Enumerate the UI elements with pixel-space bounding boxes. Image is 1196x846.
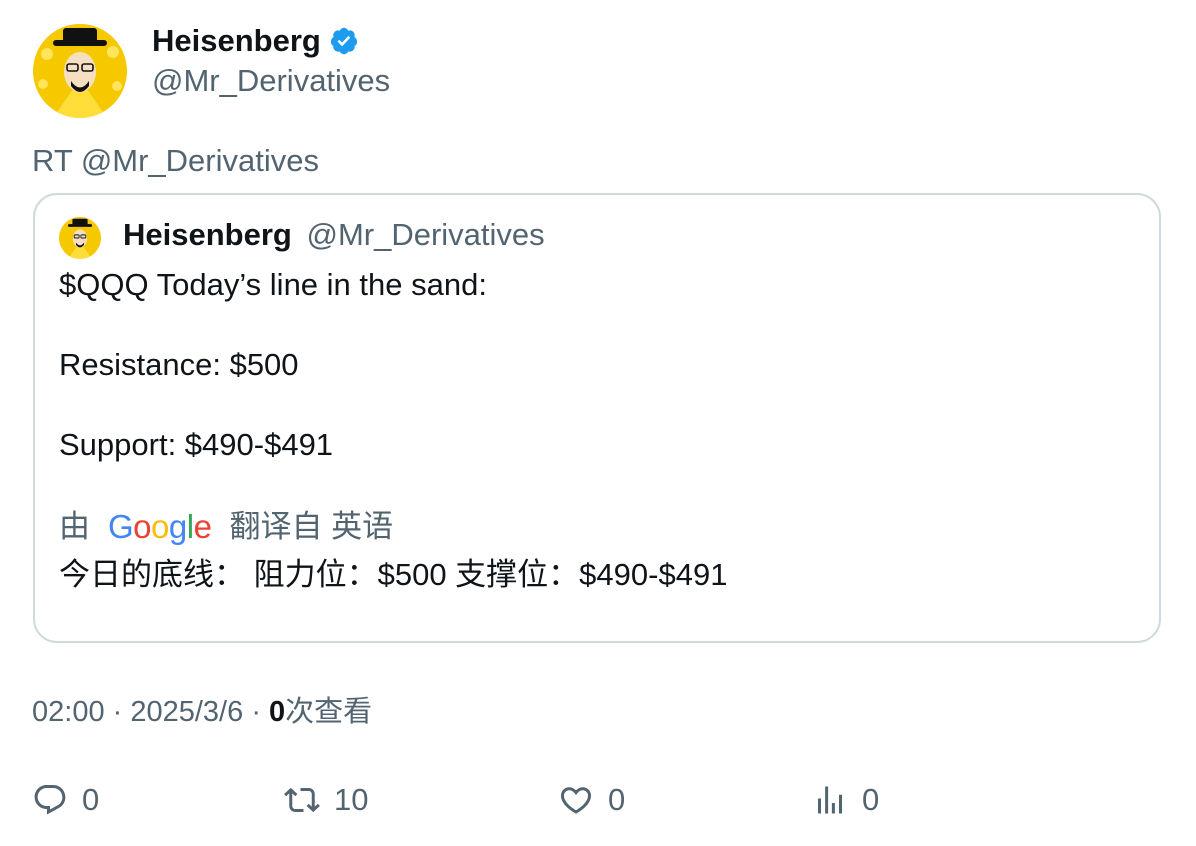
translation-attribution[interactable]: 由 Google 翻译自 英语 (59, 507, 393, 547)
like-button[interactable]: 0 (558, 780, 625, 820)
quoted-author[interactable]: Heisenberg @Mr_Derivatives (123, 215, 545, 255)
quoted-author-avatar[interactable] (59, 217, 101, 259)
reply-icon (34, 785, 66, 815)
views-count: 0 (269, 696, 286, 728)
tweet-time[interactable]: 02:00 (32, 696, 105, 728)
reply-button[interactable]: 0 (32, 780, 99, 820)
analytics-icon (818, 786, 842, 814)
quoted-text-line: $QQQ Today’s line in the sand: (59, 267, 487, 302)
heisenberg-avatar-icon (33, 24, 127, 118)
quoted-text-line: Support: $490-$491 (59, 427, 334, 462)
author-name[interactable]: Heisenberg (152, 22, 359, 60)
views-button[interactable]: 0 (812, 780, 879, 820)
author-handle[interactable]: @Mr_Derivatives (152, 62, 390, 100)
meta-separator: · (251, 696, 270, 728)
retweet-button[interactable]: 10 (284, 780, 368, 820)
author-avatar[interactable] (33, 24, 127, 118)
views-label: 次查看 (285, 696, 373, 728)
translated-text: 今日的底线： 阻力位：$500 支撑位：$490-$491 (59, 557, 728, 592)
heisenberg-avatar-icon (59, 217, 101, 259)
retweet-label: RT @Mr_Derivatives (32, 143, 319, 178)
quoted-text-line: Resistance: $500 (59, 347, 299, 382)
google-logo: Google (108, 508, 212, 545)
verified-badge-icon (330, 27, 357, 55)
quoted-author-name: Heisenberg (123, 217, 292, 252)
quoted-author-handle: @Mr_Derivatives (306, 217, 545, 252)
tweet-meta: 02:00 · 2025/3/6 · 0次查看 (32, 692, 372, 732)
reply-count: 0 (82, 782, 100, 817)
tweet-date[interactable]: 2025/3/6 (130, 696, 243, 728)
retweet-icon (284, 787, 320, 813)
translation-suffix: 翻译自 英语 (229, 509, 394, 544)
retweet-count: 10 (334, 782, 369, 817)
heart-icon (560, 787, 592, 814)
author-name-text: Heisenberg (152, 23, 321, 58)
translation-prefix: 由 (59, 509, 90, 544)
quoted-tweet-card[interactable]: Heisenberg @Mr_Derivatives $QQQ Today’s … (33, 193, 1161, 643)
meta-separator: · (112, 696, 131, 728)
views-action-count: 0 (862, 782, 880, 817)
like-count: 0 (608, 782, 626, 817)
